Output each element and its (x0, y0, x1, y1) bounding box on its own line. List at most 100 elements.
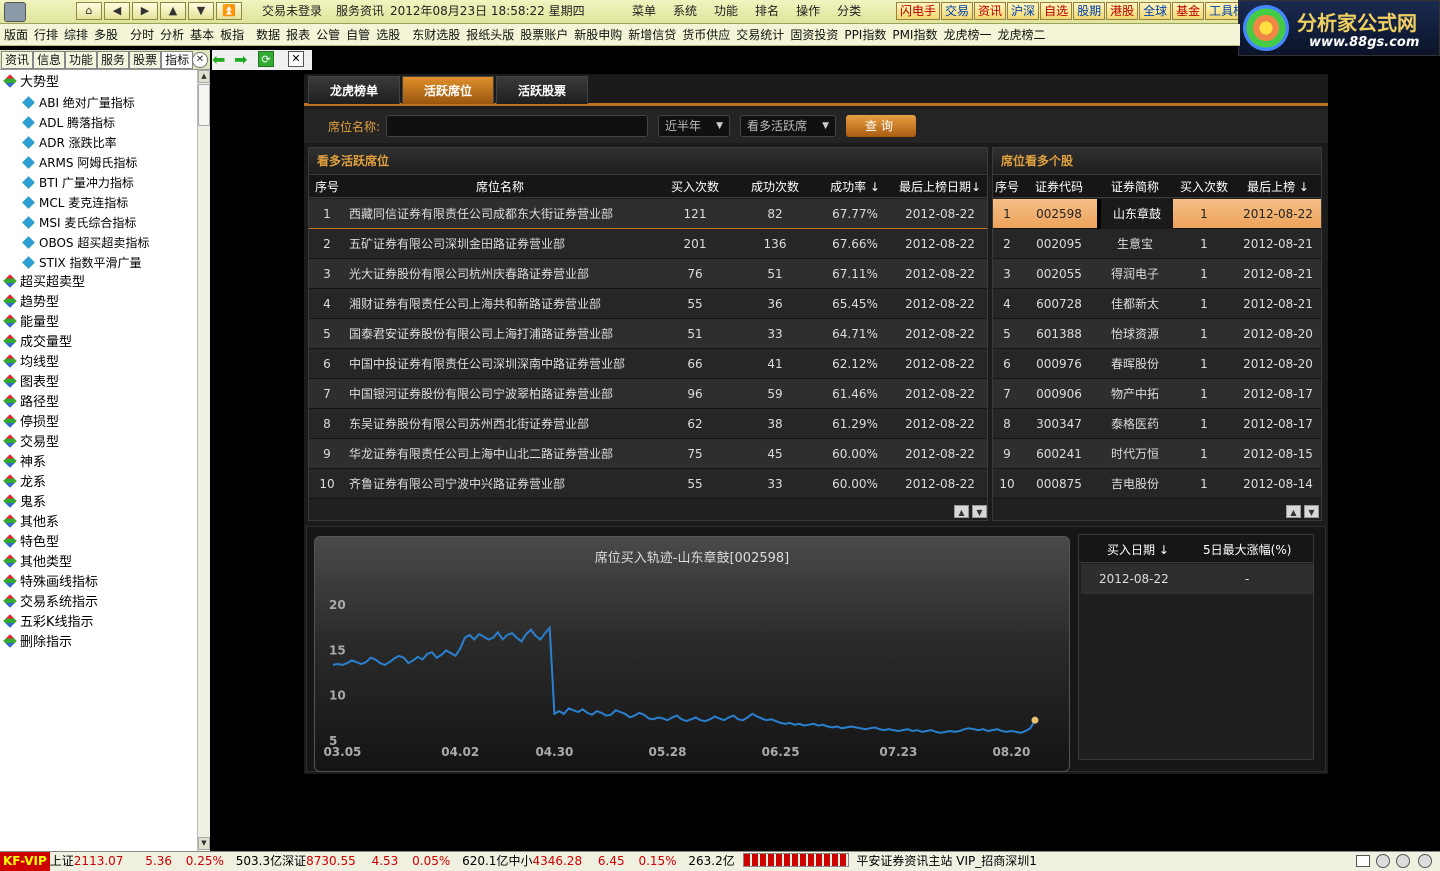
history-col-gain[interactable]: 5日最大涨幅(%) (1203, 541, 1291, 558)
menu-item[interactable]: PPI指数 (844, 24, 886, 46)
tree-item[interactable]: 其他类型 (0, 553, 197, 573)
sound-icon[interactable] (1396, 854, 1410, 868)
down-icon[interactable]: ▼ (188, 2, 214, 20)
tree-item[interactable]: 大势型 (0, 73, 197, 93)
tab-active-seats[interactable]: 活跃席位 (402, 76, 494, 104)
seat-name-input[interactable] (386, 115, 648, 137)
tree-item[interactable]: MCL 麦克连指标 (0, 193, 197, 213)
left-tab[interactable]: 资讯 (1, 51, 34, 69)
tree-item[interactable]: 删除指示 (0, 633, 197, 653)
quick-button[interactable]: 闪电手 (896, 2, 941, 20)
home-icon[interactable]: ⌂ (76, 2, 102, 20)
menu-item[interactable]: 东财选股 (412, 24, 460, 46)
quick-button[interactable]: 港股 (1106, 2, 1139, 20)
tree-item[interactable]: 趋势型 (0, 293, 197, 313)
quick-button[interactable]: 全球 (1139, 2, 1172, 20)
menu-item[interactable]: 固资投资 (790, 24, 838, 46)
alert-icon[interactable] (1376, 854, 1390, 868)
table-row[interactable]: 7 000906 物产中拓 1 2012-08-17 (993, 379, 1321, 409)
arrow-right-icon[interactable]: ➡ (234, 51, 252, 69)
menu-item[interactable]: 选股 (376, 24, 400, 46)
menu-item[interactable]: 公管 (316, 24, 340, 46)
table-row[interactable]: 3 光大证券股份有限公司杭州庆春路证券营业部 76 51 67.11% 2012-08-2… (309, 259, 987, 289)
tab-active-stocks[interactable]: 活跃股票 (496, 76, 588, 104)
table-row[interactable]: 5 国泰君安证券股份有限公司上海打浦路证券营业部 51 33 64.71% 2012-08… (309, 319, 987, 349)
tree-item[interactable]: BTI 广量冲力指标 (0, 173, 197, 193)
column-header[interactable]: 成功率 ↓ (815, 175, 895, 199)
menu-item[interactable]: 板指 (220, 24, 244, 46)
column-header[interactable]: 最后上榜日期↓ (895, 175, 985, 199)
menu-item[interactable]: 龙虎榜二 (998, 24, 1046, 46)
top-menu-item[interactable]: 系统 (673, 0, 697, 22)
scroll-up-icon[interactable]: ▲ (954, 505, 969, 518)
mail-icon[interactable] (1356, 855, 1370, 867)
top-menu-item[interactable]: 排名 (755, 0, 779, 22)
tree-item[interactable]: STIX 指数平滑广量 (0, 253, 197, 273)
service-info[interactable]: 服务资讯 (336, 0, 384, 22)
table-row[interactable]: 7 中国银河证券股份有限公司宁波翠柏路证券营业部 96 59 61.46% 2012-08… (309, 379, 987, 409)
type-select[interactable]: 看多活跃席 ▼ (740, 115, 836, 137)
menu-item[interactable]: 报纸头版 (466, 24, 514, 46)
close-panel-icon[interactable]: ✕ (192, 52, 208, 68)
top-menu-item[interactable]: 操作 (796, 0, 820, 22)
column-header[interactable]: 证券代码 (1021, 175, 1097, 199)
close-icon[interactable]: ✕ (288, 51, 304, 67)
table-row[interactable]: 9 600241 时代万恒 1 2012-08-15 (993, 439, 1321, 469)
column-header[interactable]: 成功次数 (735, 175, 815, 199)
query-button[interactable]: 查询 (846, 115, 916, 137)
scroll-down-icon[interactable]: ▼ (972, 505, 987, 518)
buy-marker[interactable] (1031, 716, 1039, 724)
menu-item[interactable]: 基本 (190, 24, 214, 46)
menu-item[interactable]: 交易统计 (736, 24, 784, 46)
column-header[interactable]: 序号 (993, 175, 1021, 199)
table-row[interactable]: 10 齐鲁证券有限公司宁波中兴路证券营业部 55 33 60.00% 2012-08-22 (309, 469, 987, 499)
menu-item[interactable]: 自管 (346, 24, 370, 46)
menu-item[interactable]: 股票账户 (520, 24, 568, 46)
quick-button[interactable]: 沪深 (1007, 2, 1040, 20)
arrow-left-icon[interactable]: ⬅ (212, 51, 230, 69)
table-row[interactable]: 4 湘财证券有限责任公司上海共和新路证券营业部 55 36 65.45% 2012-08-… (309, 289, 987, 319)
tree-item[interactable]: 龙系 (0, 473, 197, 493)
menu-item[interactable]: 版面 (4, 24, 28, 46)
left-tab[interactable]: 服务 (97, 51, 130, 69)
table-row[interactable]: 6 000976 春晖股份 1 2012-08-20 (993, 349, 1321, 379)
tree-item[interactable]: 路径型 (0, 393, 197, 413)
login-status[interactable]: 交易未登录 (262, 0, 322, 22)
tree-item[interactable]: ABI 绝对广量指标 (0, 93, 197, 113)
left-tab[interactable]: 股票 (129, 51, 162, 69)
column-header[interactable]: 席位名称 (345, 175, 655, 199)
quick-button[interactable]: 自选 (1040, 2, 1073, 20)
tree-item[interactable]: 均线型 (0, 353, 197, 373)
tree-item[interactable]: 特殊画线指标 (0, 573, 197, 593)
forward-icon[interactable]: ▶ (132, 2, 158, 20)
menu-item[interactable]: 货币供应 (682, 24, 730, 46)
table-row[interactable]: 1 002598 山东章鼓 1 2012-08-22 (993, 199, 1321, 229)
tree-item[interactable]: 超买超卖型 (0, 273, 197, 293)
station-info[interactable]: 平安证券资讯主站 VIP_招商深圳1 (856, 852, 1036, 871)
top-menu-item[interactable]: 菜单 (632, 0, 656, 22)
history-row[interactable]: 2012-08-22 - (1081, 564, 1313, 594)
top-icon[interactable]: ⏫ (216, 2, 242, 20)
table-row[interactable]: 2 002095 生意宝 1 2012-08-21 (993, 229, 1321, 259)
table-row[interactable]: 3 002055 得润电子 1 2012-08-21 (993, 259, 1321, 289)
menu-item[interactable]: 报表 (286, 24, 310, 46)
column-header[interactable]: 买入次数 (655, 175, 735, 199)
left-tab[interactable]: 信息 (33, 51, 66, 69)
table-row[interactable]: 2 五矿证券有限公司深圳金田路证券营业部 201 136 67.66% 2012-08-2… (309, 229, 987, 259)
menu-item[interactable]: 新股申购 (574, 24, 622, 46)
tree-item[interactable]: 交易型 (0, 433, 197, 453)
tree-item[interactable]: OBOS 超买超卖指标 (0, 233, 197, 253)
top-menu-item[interactable]: 分类 (837, 0, 861, 22)
quick-button[interactable]: 资讯 (974, 2, 1007, 20)
tree-item[interactable]: ADR 涨跌比率 (0, 133, 197, 153)
settings-icon[interactable] (1418, 854, 1432, 868)
kf-vip-badge[interactable]: KF-VIP (0, 852, 50, 871)
column-header[interactable]: 序号 (309, 175, 345, 199)
tab-dragon-tiger-list[interactable]: 龙虎榜单 (308, 76, 400, 104)
quick-button[interactable]: 股期 (1073, 2, 1106, 20)
scroll-up-icon[interactable]: ▲ (1286, 505, 1301, 518)
tree-item[interactable]: 神系 (0, 453, 197, 473)
menu-item[interactable]: 分析 (160, 24, 184, 46)
history-col-date[interactable]: 买入日期 ↓ (1107, 541, 1169, 558)
table-row[interactable]: 5 601388 怡球资源 1 2012-08-20 (993, 319, 1321, 349)
